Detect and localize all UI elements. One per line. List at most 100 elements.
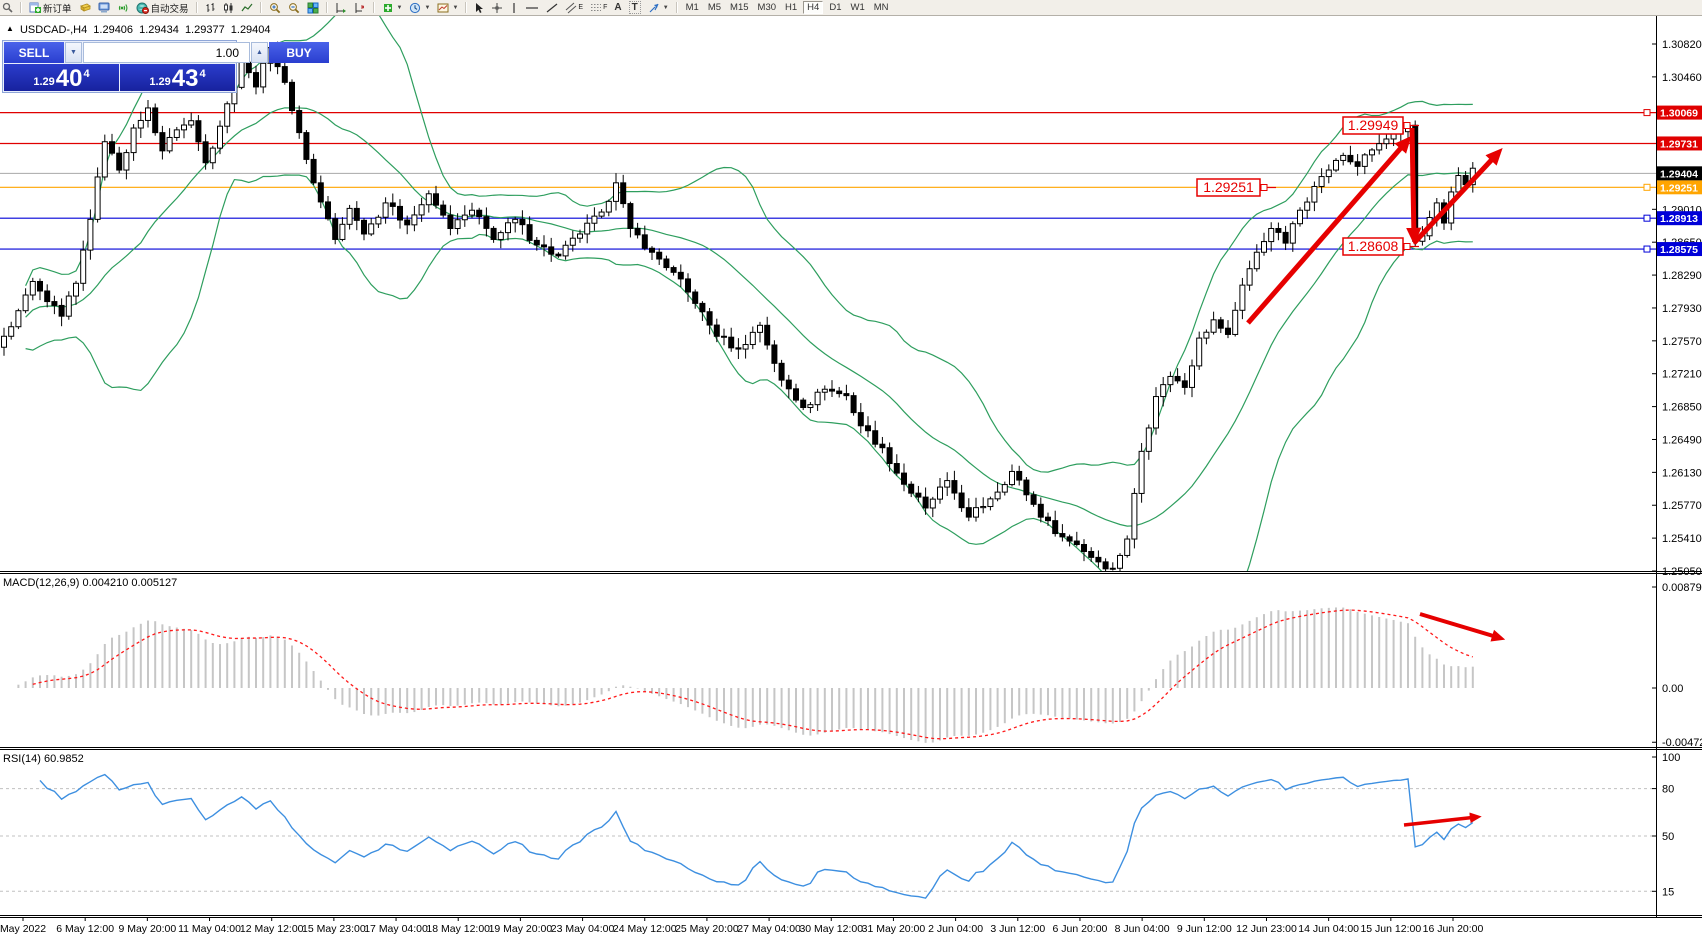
macd-histogram-bar [248,637,250,688]
macd-histogram-bar [1270,611,1272,688]
tile-windows-icon[interactable] [305,1,321,14]
auto-trading-button[interactable]: 自动交易 [134,1,191,14]
macd-histogram-bar [284,640,286,688]
line-handle[interactable] [1644,215,1650,221]
annotation-arrow[interactable] [1404,817,1477,825]
zoom-out-icon[interactable] [286,1,302,14]
macd-histogram-bar [521,688,523,702]
candle [1096,550,1101,567]
candle [412,206,417,231]
volume-decrease-button[interactable]: ▼ [65,42,82,63]
timeframe-d1[interactable]: D1 [826,2,844,14]
fibonacci-tool-icon[interactable]: F [588,1,609,14]
candle [398,199,403,228]
candlestick-style-icon[interactable] [221,1,236,14]
label-handle[interactable] [1404,244,1410,250]
candle [1226,320,1231,338]
price-badge: 1.29404 [1657,166,1702,180]
candle [66,291,71,320]
bar-chart-style-icon[interactable] [203,1,218,14]
annotation-price-label[interactable]: 1.28608 [1343,238,1419,255]
price-badge: 1.28575 [1657,242,1702,256]
crosshair-tool-icon[interactable] [489,1,505,14]
search-icon[interactable] [0,1,15,14]
arrows-tool-button[interactable]: ▼ [646,1,671,14]
indicators-button[interactable]: ▼ [380,1,405,14]
chart-canvas[interactable]: 1.308201.304601.290101.286501.282901.279… [0,0,1702,937]
text-label-tool-icon[interactable]: T [627,1,643,14]
macd-histogram-bar [133,627,135,688]
vertical-line-tool-icon[interactable] [508,1,520,14]
candle [131,124,136,161]
annotation-price-label[interactable]: 1.29251 [1197,179,1276,196]
signals-icon[interactable] [115,1,131,14]
macd-histogram-bar [313,671,315,688]
candle [59,298,64,326]
label-handle[interactable] [1404,123,1410,129]
candle [297,106,302,139]
line-chart-style-icon[interactable] [239,1,255,14]
cursor-tool-icon[interactable] [472,1,486,14]
collapse-panel-icon[interactable]: ▲ [6,24,14,33]
timeframe-m15[interactable]: M15 [727,2,751,14]
macd-histogram-bar [889,688,891,734]
candle [606,199,611,216]
chart-styles-icon[interactable] [77,1,93,14]
macd-histogram-bar [1371,615,1373,688]
timeframe-mn[interactable]: MN [871,2,892,14]
annotation-arrow[interactable] [1412,128,1414,238]
candle [801,398,806,410]
rsi-axis-label: 50 [1662,831,1674,843]
macd-histogram-bar [550,688,552,705]
macd-histogram-bar [507,688,509,704]
channel-tool-icon[interactable]: E [563,1,585,14]
timeframe-m5[interactable]: M5 [705,2,724,14]
new-order-button[interactable]: 新订单 [27,1,74,14]
macd-histogram-bar [817,688,819,734]
annotation-arrow[interactable] [1414,153,1498,243]
macd-histogram-bar [953,688,955,736]
timeframe-m30[interactable]: M30 [755,2,779,14]
macd-histogram-bar [615,687,617,688]
macd-histogram-bar [867,688,869,730]
time-axis-label: 31 May 20:00 [862,923,926,935]
candle [1110,562,1115,570]
macd-histogram-bar [428,688,430,707]
terminal-icon[interactable] [96,1,112,14]
macd-histogram-bar [53,675,55,688]
macd-histogram-bar [997,688,999,727]
auto-scroll-icon[interactable] [333,1,349,14]
zoom-in-icon[interactable] [267,1,283,14]
periods-button[interactable]: ▼ [407,1,432,14]
line-handle[interactable] [1644,110,1650,116]
timeframe-h1[interactable]: H1 [782,2,800,14]
volume-input[interactable] [83,42,250,63]
volume-increase-button[interactable]: ▲ [251,42,268,63]
svg-text:1.29731: 1.29731 [1660,138,1698,150]
candle [981,497,986,513]
macd-histogram-bar [593,688,595,697]
sell-button[interactable]: SELL [4,42,64,63]
candle [902,464,907,492]
timeframe-h4[interactable]: H4 [803,1,823,14]
buy-price-display[interactable]: 1.29 43 4 [120,64,235,91]
sell-price-display[interactable]: 1.29 40 4 [4,64,119,91]
line-handle[interactable] [1644,246,1650,252]
line-handle[interactable] [1644,184,1650,190]
candle [966,498,971,521]
horizontal-line-tool-icon[interactable] [523,1,541,14]
label-handle[interactable] [1261,185,1267,191]
timeframe-w1[interactable]: W1 [847,2,867,14]
candle [462,205,467,227]
text-tool-icon[interactable]: A [612,1,623,14]
candle [1262,233,1267,256]
templates-button[interactable]: ▼ [435,1,460,14]
timeframe-m1[interactable]: M1 [683,2,702,14]
chart-shift-icon[interactable] [352,1,368,14]
candle [988,497,993,511]
candle [146,100,151,128]
buy-button[interactable]: BUY [269,42,329,63]
trendline-tool-icon[interactable] [544,1,560,14]
one-click-trading-panel: SELL ▼ ▲ BUY 1.29 40 4 1.29 43 4 [2,40,237,93]
time-axis[interactable]: May 20226 May 12:009 May 20:0011 May 04:… [0,918,1484,936]
